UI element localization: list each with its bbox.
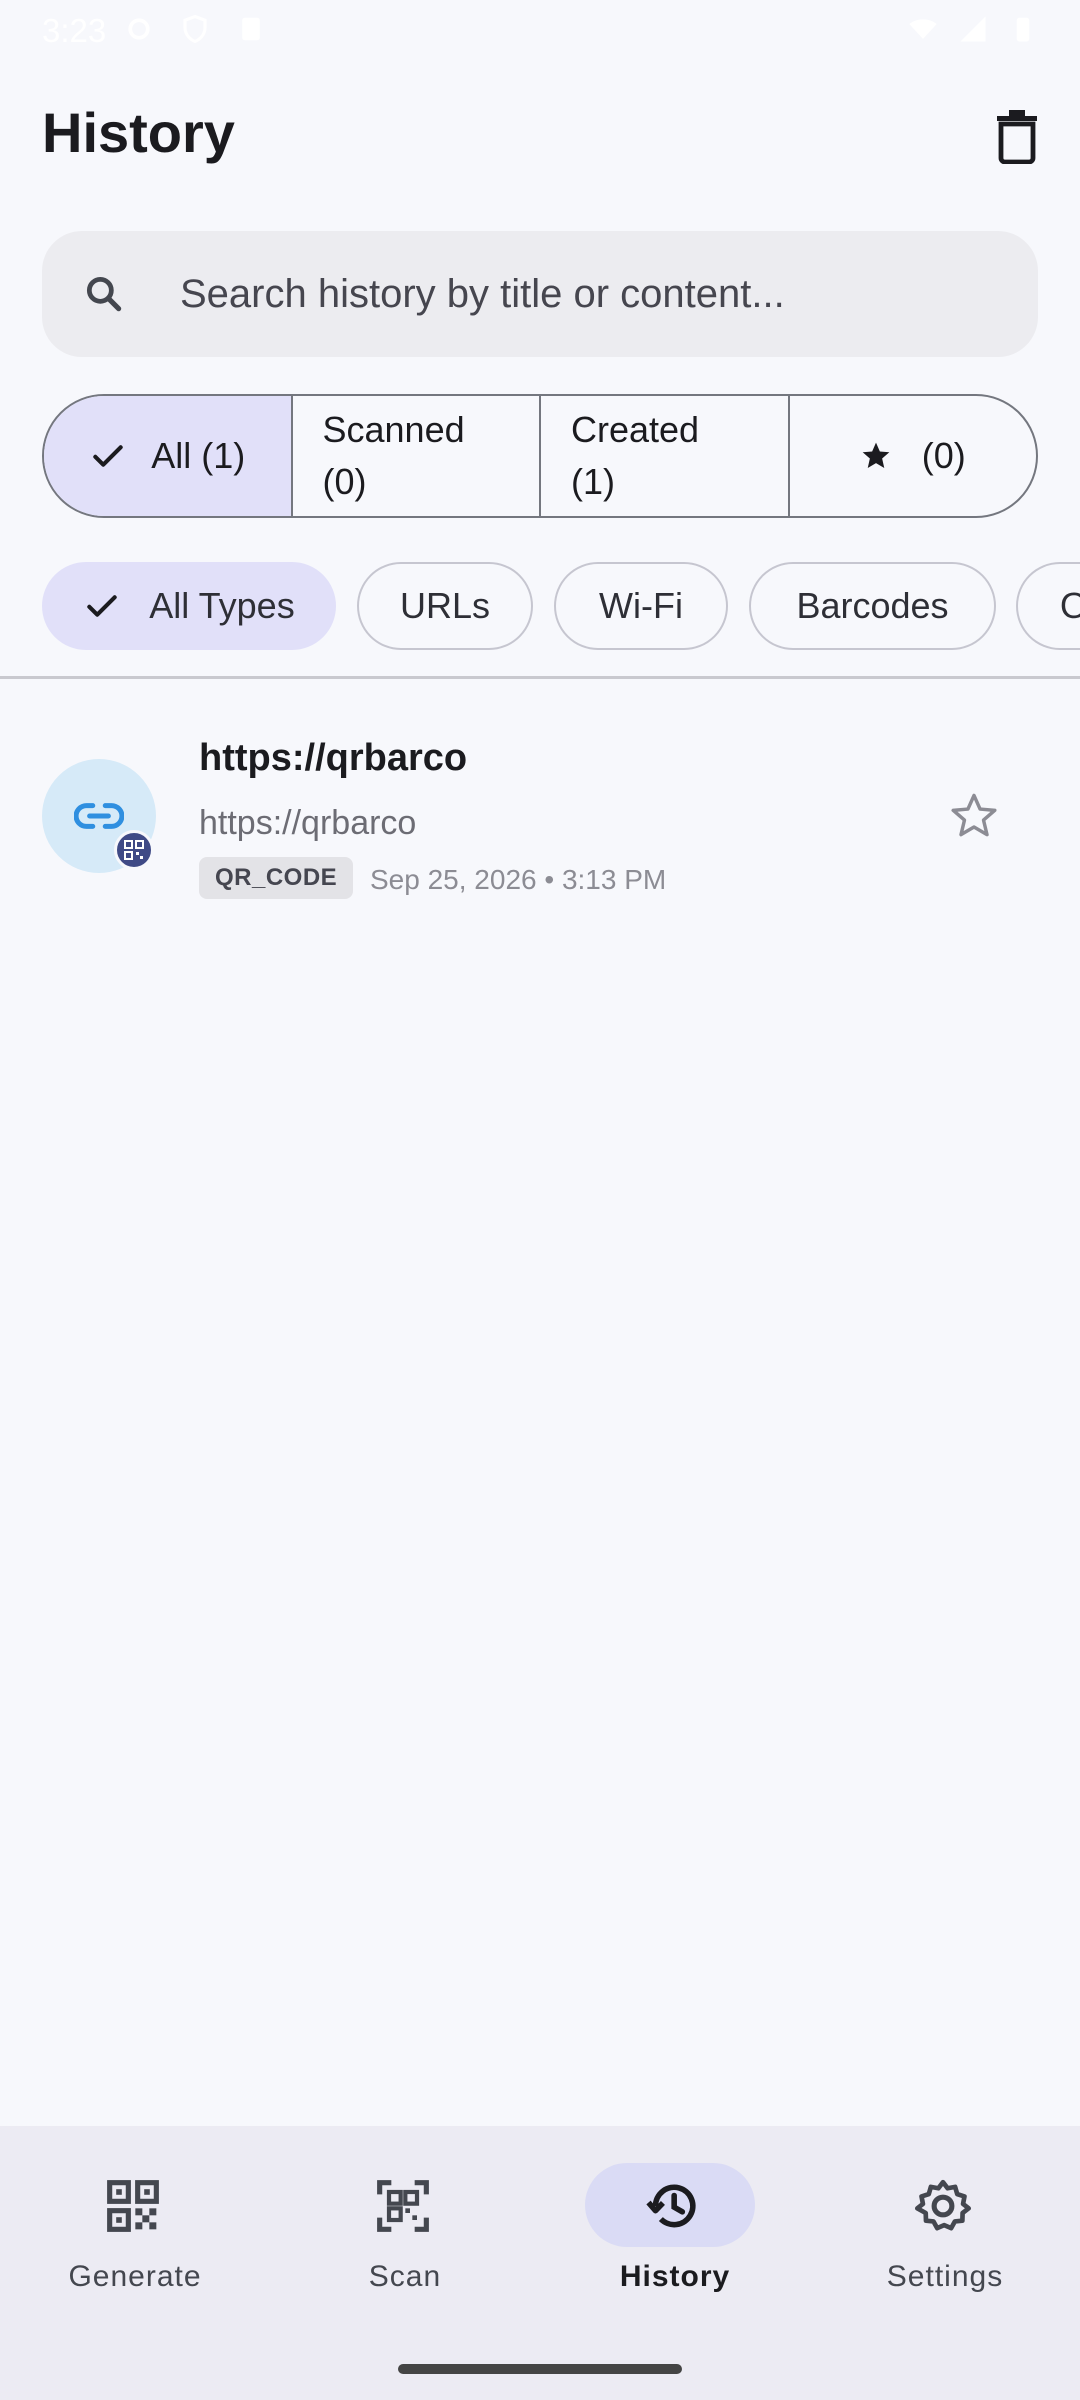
check-icon <box>87 595 118 617</box>
chip-other[interactable]: O <box>1016 562 1080 650</box>
segment-scanned[interactable]: Scanned (0) <box>293 396 541 516</box>
segment-favorites-label: (0) <box>921 435 966 476</box>
item-type-badge: QR_CODE <box>199 857 354 899</box>
bottom-navigation: Generate Scan History Settings <box>0 2126 1080 2400</box>
check-icon <box>93 445 123 467</box>
signal-status-icon <box>960 16 986 42</box>
page-title: History <box>42 101 235 164</box>
trash-icon[interactable] <box>992 108 1042 164</box>
home-indicator[interactable] <box>398 2364 682 2374</box>
chip-barcodes[interactable]: Barcodes <box>749 562 996 650</box>
shield-status-icon <box>183 14 207 44</box>
item-date: Sep 25, 2026 • 3:13 PM <box>370 864 667 895</box>
qr-scan-icon <box>377 2180 429 2232</box>
segment-scanned-label: Scanned <box>322 409 465 450</box>
divider <box>0 676 1080 679</box>
chip-other-label: O <box>1060 585 1080 626</box>
chip-barcodes-label: Barcodes <box>796 585 949 626</box>
segment-scanned-count: (0) <box>322 461 367 502</box>
nav-generate-label: Generate <box>68 2260 202 2293</box>
gear-icon <box>915 2179 971 2231</box>
qr-code-icon <box>107 2180 159 2232</box>
nav-generate[interactable]: Generate <box>0 2126 270 2326</box>
segment-favorites[interactable]: (0) <box>790 396 1037 516</box>
sim-status-icon <box>242 17 260 41</box>
favorite-star-icon[interactable] <box>948 790 1000 842</box>
chip-wifi-label: Wi-Fi <box>599 585 683 626</box>
chip-urls[interactable]: URLs <box>357 562 533 650</box>
status-bar: 3:23 <box>0 0 1080 62</box>
chip-urls-label: URLs <box>399 585 491 626</box>
nav-settings-label: Settings <box>886 2260 1004 2293</box>
wifi-status-icon <box>909 19 937 39</box>
status-icons-left <box>124 14 266 44</box>
search-icon <box>86 276 122 312</box>
star-icon <box>862 442 890 468</box>
nav-settings[interactable]: Settings <box>810 2126 1080 2326</box>
segment-all-label: All (1) <box>151 435 246 476</box>
segment-created-count: (1) <box>571 461 615 502</box>
item-subtitle: https://qrbarco <box>199 804 417 842</box>
search-input[interactable] <box>178 258 1002 330</box>
nav-scan-label: Scan <box>368 2260 442 2293</box>
qr-badge-icon <box>114 830 154 870</box>
nav-history-label: History <box>619 2260 731 2293</box>
item-title: https://qrbarco <box>199 737 468 779</box>
chip-all-types[interactable]: All Types <box>42 562 336 650</box>
segment-created-label: Created <box>571 409 700 450</box>
history-filter-segments: All (1) Scanned (0) Created (1) (0) <box>42 394 1038 518</box>
link-icon <box>74 803 124 829</box>
battery-status-icon <box>1016 17 1030 42</box>
nav-scan[interactable]: Scan <box>270 2126 540 2326</box>
status-icons-right <box>908 14 1038 44</box>
settings-status-icon <box>128 18 150 40</box>
chip-all-types-label: All Types <box>149 585 295 626</box>
nav-history[interactable]: History <box>540 2126 810 2326</box>
segment-created[interactable]: Created (1) <box>541 396 790 516</box>
status-time: 3:23 <box>42 12 107 49</box>
segment-all[interactable]: All (1) <box>44 396 293 516</box>
chip-wifi[interactable]: Wi-Fi <box>554 562 728 650</box>
history-icon <box>646 2184 696 2228</box>
